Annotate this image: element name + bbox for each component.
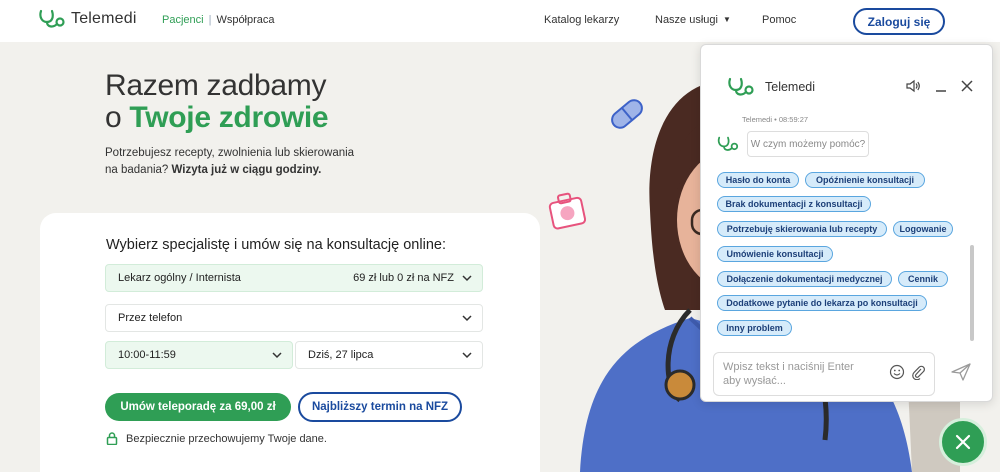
hero-title: Razem zadbamy o Twoje zdrowie	[105, 69, 329, 134]
secure-note: Bezpiecznie przechowujemy Twoje dane.	[106, 432, 327, 445]
contact-method-select[interactable]: Przez telefon	[105, 304, 483, 332]
caret-down-icon: ▼	[722, 15, 731, 24]
contact-method-value: Przez telefon	[118, 312, 183, 324]
date-select[interactable]: Dziś, 27 lipca	[295, 341, 483, 369]
hero-title-highlight: Twoje zdrowie	[129, 101, 329, 134]
nfz-earliest-button[interactable]: Najbliższy termin na NFZ	[298, 392, 462, 422]
chevron-down-icon	[462, 315, 472, 322]
hero-title-line1: Razem zadbamy	[105, 69, 327, 102]
bot-avatar-icon	[717, 136, 739, 151]
specialist-price: 69 zł lub 0 zł na NFZ	[353, 272, 454, 284]
lock-icon	[106, 432, 118, 445]
quick-reply-chip[interactable]: Umówienie konsultacji	[717, 246, 833, 262]
time-value: 10:00-11:59	[118, 349, 176, 361]
stethoscope-logo-icon	[728, 77, 754, 96]
pill-icon	[611, 99, 643, 129]
audience-switch: Pacjenci | Współpraca	[162, 14, 275, 26]
quick-reply-chip[interactable]: Brak dokumentacji z konsultacji	[717, 196, 871, 212]
site-header: Telemedi Pacjenci | Współpraca Katalog l…	[0, 0, 1000, 42]
chat-scrollbar[interactable]	[970, 245, 974, 341]
login-button[interactable]: Zaloguj się	[853, 8, 945, 35]
nav-doctor-catalog[interactable]: Katalog lekarzy	[544, 14, 619, 26]
paperclip-icon[interactable]	[910, 364, 926, 380]
quick-reply-chip[interactable]: Cennik	[898, 271, 948, 287]
meta-dot: •	[774, 115, 777, 124]
send-icon[interactable]	[951, 363, 971, 381]
chat-title: Telemedi	[765, 80, 816, 94]
message-time: 08:59:27	[778, 115, 809, 124]
quick-reply-chip[interactable]: Hasło do konta	[717, 172, 799, 188]
nav-services-dropdown[interactable]: Nasze usługi ▼	[655, 14, 731, 26]
logo-text: Telemedi	[71, 10, 137, 27]
hero-subtitle: Potrzebujesz recepty, zwolnienia lub ski…	[105, 145, 355, 179]
nav-cooperation[interactable]: Współpraca	[216, 14, 274, 26]
stethoscope-logo-icon	[39, 9, 65, 28]
speaker-icon[interactable]	[905, 78, 921, 94]
chat-header: Telemedi	[701, 45, 992, 101]
book-consultation-button[interactable]: Umów teleporadę za 69,00 zł	[105, 393, 291, 421]
message-sender: Telemedi	[742, 115, 773, 124]
quick-reply-chip[interactable]: Opóźnienie konsultacji	[805, 172, 925, 188]
logo[interactable]: Telemedi	[38, 9, 137, 29]
secure-note-text: Bezpiecznie przechowujemy Twoje dane.	[126, 432, 327, 445]
specialist-value: Lekarz ogólny / Internista	[118, 272, 241, 284]
chevron-down-icon	[462, 352, 472, 359]
minimize-icon[interactable]	[933, 78, 949, 94]
nav-separator: |	[208, 14, 212, 26]
chat-toggle-button[interactable]	[939, 418, 987, 466]
close-icon[interactable]	[959, 78, 975, 94]
first-aid-kit-icon	[548, 192, 587, 230]
chat-widget: Telemedi Telemedi • 08:59:27 W czym może…	[700, 44, 993, 402]
time-select[interactable]: 10:00-11:59	[105, 341, 293, 369]
nav-patients[interactable]: Pacjenci	[162, 14, 204, 26]
emoji-icon[interactable]	[889, 364, 905, 380]
quick-reply-chip[interactable]: Potrzebuję skierowania lub recepty	[717, 221, 887, 237]
quick-reply-chip[interactable]: Logowanie	[893, 221, 953, 237]
hero-title-line2: o Twoje zdrowie	[105, 101, 329, 134]
quick-reply-chip[interactable]: Inny problem	[717, 320, 792, 336]
hero-subtitle-bold: Wizyta już w ciągu godziny.	[171, 164, 322, 176]
date-value: Dziś, 27 lipca	[308, 349, 374, 361]
bot-message: W czym możemy pomóc?	[747, 131, 869, 157]
message-meta: Telemedi • 08:59:27	[742, 115, 808, 124]
specialist-select[interactable]: Lekarz ogólny / Internista 69 zł lub 0 z…	[105, 264, 483, 292]
chevron-down-icon	[462, 275, 472, 282]
nav-services-label: Nasze usługi	[655, 14, 718, 26]
booking-title: Wybierz specjalistę i umów się na konsul…	[106, 237, 446, 253]
quick-reply-chip[interactable]: Dołączenie dokumentacji medycznej	[717, 271, 892, 287]
quick-reply-chip[interactable]: Dodatkowe pytanie do lekarza po konsulta…	[717, 295, 927, 311]
hero-title-o: o	[105, 101, 130, 134]
booking-card: Wybierz specjalistę i umów się na konsul…	[40, 213, 540, 472]
close-icon	[955, 434, 971, 450]
chevron-down-icon	[272, 352, 282, 359]
nav-help[interactable]: Pomoc	[762, 14, 796, 26]
